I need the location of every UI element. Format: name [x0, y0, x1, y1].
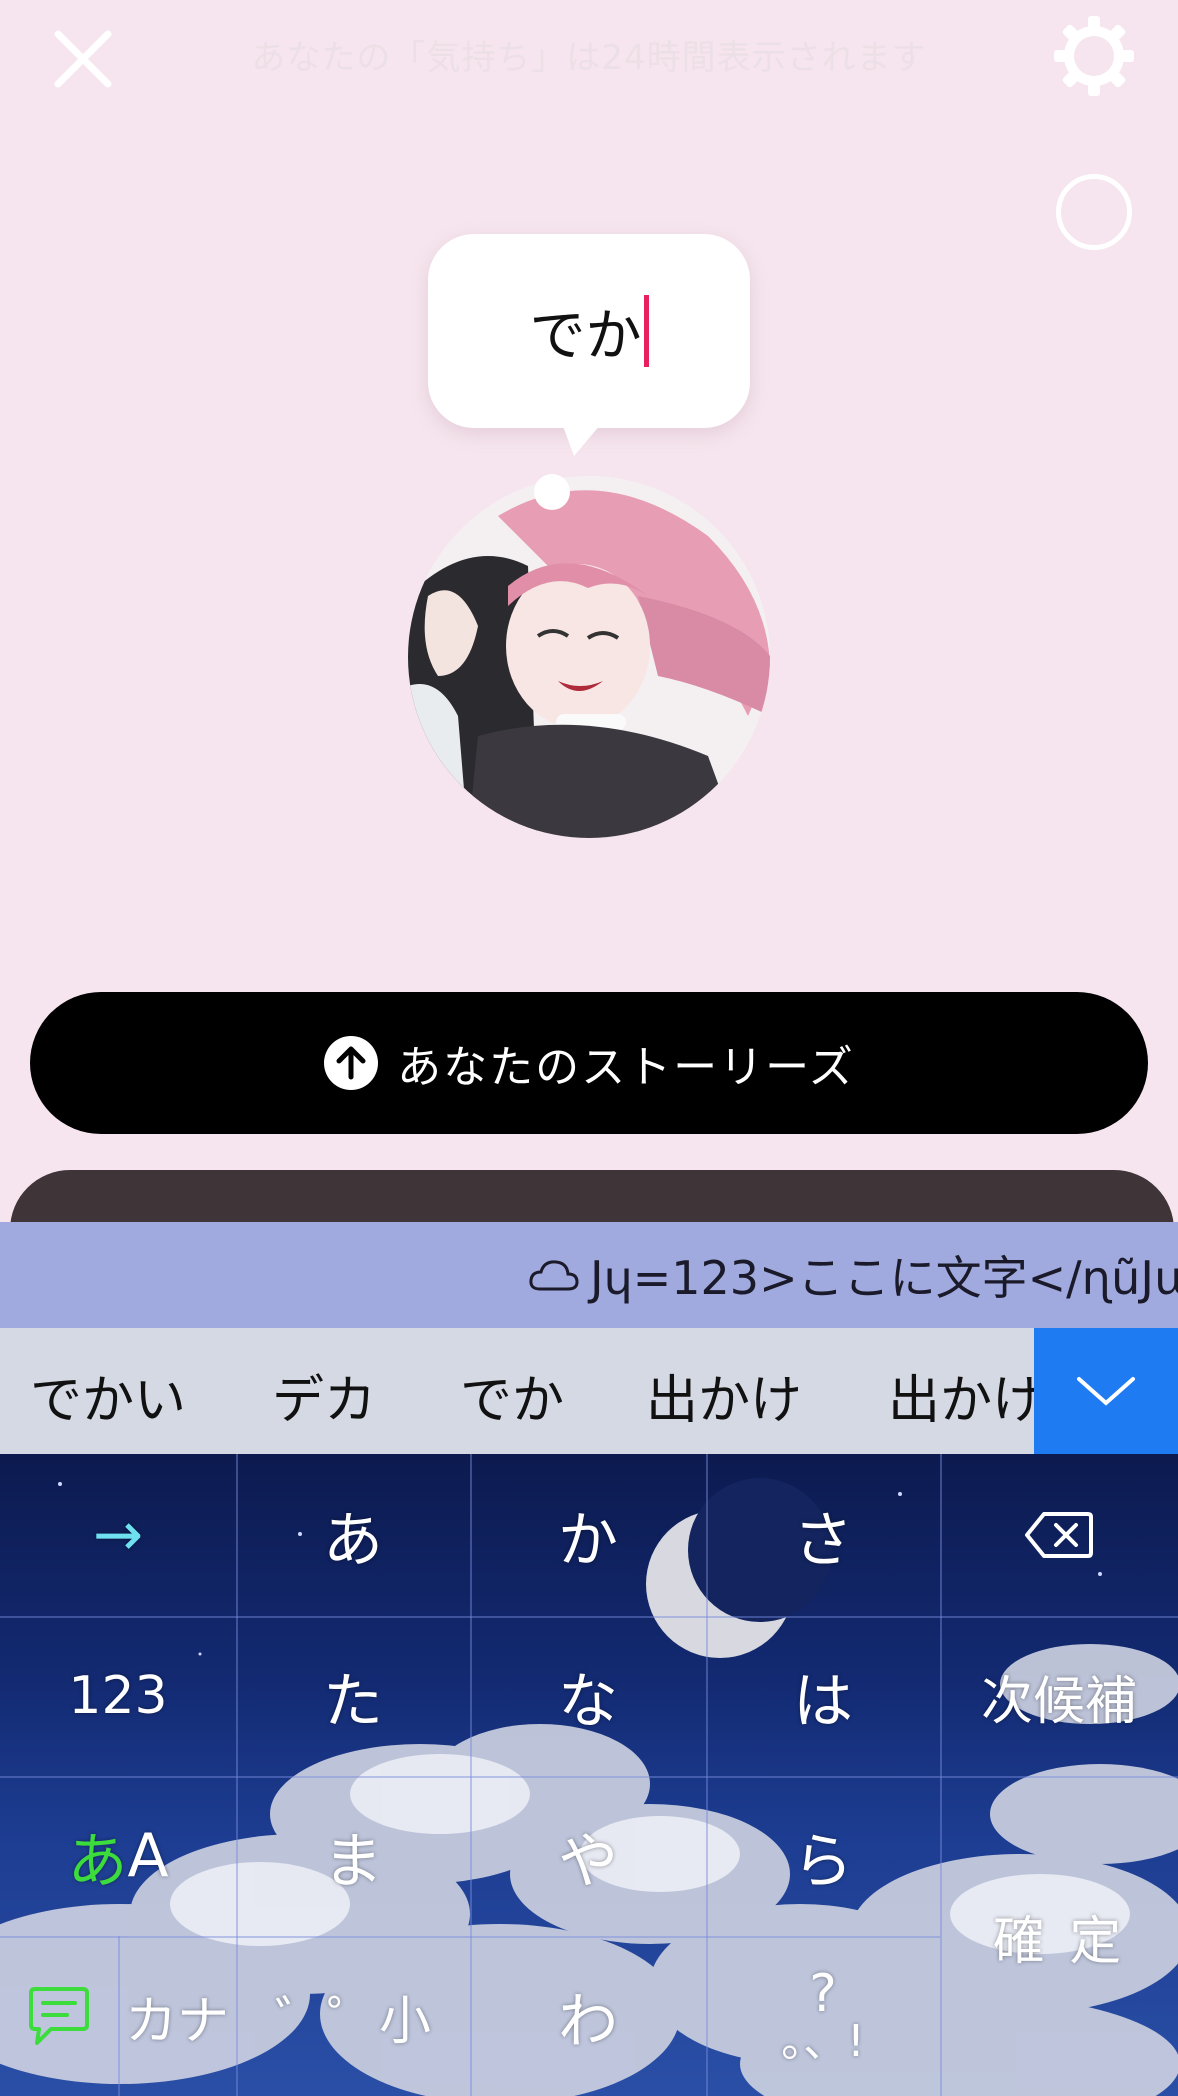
key-ka[interactable]: か: [470, 1454, 706, 1616]
key-na[interactable]: な: [470, 1616, 706, 1776]
bubble-tail: [560, 418, 606, 456]
clipboard-text: Jɥ=123>ここに文字</ɳũJɯ: [590, 1251, 1178, 1305]
your-stories-button[interactable]: あなたのストーリーズ: [30, 992, 1148, 1134]
numbers-key[interactable]: 123: [0, 1616, 236, 1776]
dakuten-key[interactable]: ゛゜小: [236, 1936, 470, 2096]
arrow-up-icon: [324, 1036, 379, 1090]
key-sa[interactable]: さ: [706, 1454, 940, 1616]
candidate-item[interactable]: デカ: [272, 1358, 376, 1433]
key-ma[interactable]: ま: [236, 1776, 470, 1936]
key-wa[interactable]: わ: [470, 1936, 706, 2096]
chat-key[interactable]: [0, 1936, 118, 2096]
cloud-icon: [529, 1260, 579, 1291]
close-icon[interactable]: [48, 24, 118, 94]
key-ya[interactable]: や: [470, 1776, 706, 1936]
candidate-item[interactable]: でかい: [30, 1358, 186, 1433]
backspace-key[interactable]: [940, 1454, 1178, 1616]
clipboard-bar[interactable]: Jɥ=123>ここに文字</ɳũJɯ: [0, 1222, 1178, 1328]
your-stories-label: あなたのストーリーズ: [397, 1042, 855, 1093]
mode-alpha-label: A: [127, 1821, 169, 1891]
key-ta[interactable]: た: [236, 1616, 470, 1776]
circle-toggle-button[interactable]: [1056, 174, 1132, 250]
avatar: [408, 476, 770, 838]
input-mode-key[interactable]: あA: [0, 1776, 236, 1936]
confirm-key[interactable]: 確 定: [940, 1776, 1178, 2096]
japanese-keyboard: → あ か さ 123 た な は 次候補 あA ま や ら 確 定 カナ ゛゜…: [0, 1454, 1178, 2096]
expiry-hint: あなたの「気持ち」は24時間表示されます: [251, 38, 927, 78]
speech-bubble-icon: [29, 1987, 89, 2045]
key-a[interactable]: あ: [236, 1454, 470, 1616]
cursor-right-key[interactable]: →: [0, 1454, 236, 1616]
candidate-item[interactable]: 出かけ: [646, 1358, 802, 1433]
next-candidate-key[interactable]: 次候補: [940, 1616, 1178, 1776]
mood-bubble[interactable]: でか: [428, 234, 750, 428]
mode-hiragana-label: あ: [67, 1826, 128, 1897]
avatar-dot: [534, 474, 570, 510]
key-ra[interactable]: ら: [706, 1776, 940, 1936]
punctuation-key[interactable]: ? 。、!: [706, 1936, 940, 2096]
mood-text[interactable]: でか: [530, 291, 642, 372]
text-caret: [643, 295, 649, 367]
candidate-bar: でかい デカ でか 出かけ 出かけ: [0, 1328, 1178, 1454]
kana-key[interactable]: カナ: [118, 1936, 236, 2096]
gear-icon[interactable]: [1052, 14, 1136, 98]
candidate-item[interactable]: 出かけ: [888, 1358, 1044, 1433]
key-ha[interactable]: は: [706, 1616, 940, 1776]
expand-candidates-button[interactable]: [1034, 1328, 1178, 1454]
backspace-icon: [1025, 1512, 1093, 1558]
candidate-item[interactable]: でか: [460, 1358, 564, 1433]
punct-top-label: ?: [809, 1964, 837, 2024]
punct-bottom-label: 。、!: [781, 2016, 865, 2067]
chevron-down-icon: [1077, 1377, 1135, 1406]
